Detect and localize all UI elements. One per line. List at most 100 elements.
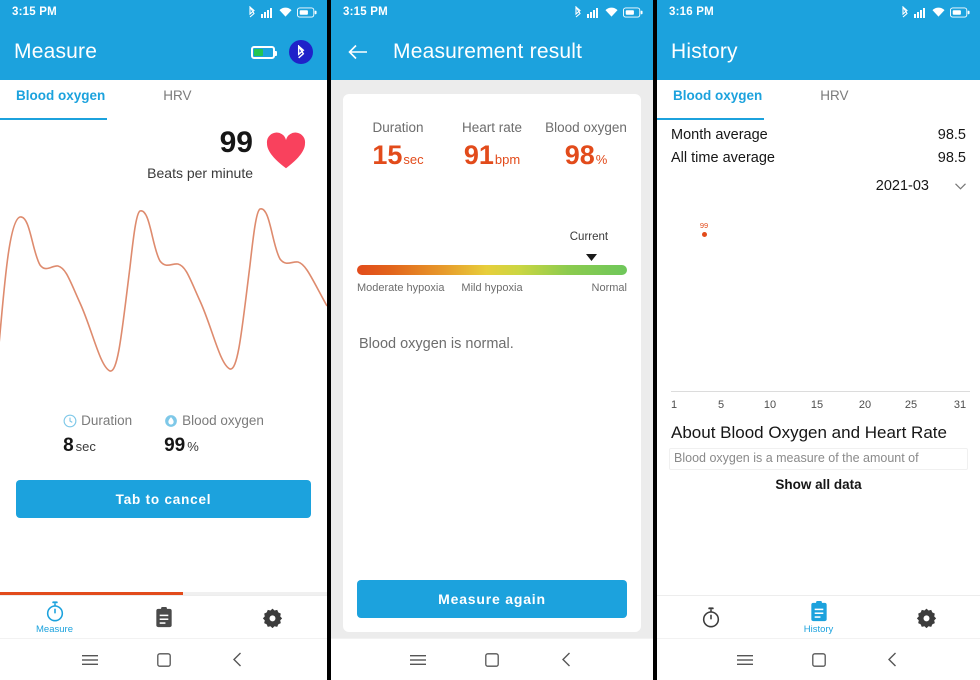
x-tick-25: 25 xyxy=(904,399,918,411)
back-icon[interactable] xyxy=(201,652,275,667)
tab-hrv[interactable]: HRV xyxy=(159,88,195,103)
status-bar-result: 3:15 PM xyxy=(331,0,653,24)
app-bar-result: Measurement result xyxy=(331,24,653,80)
page-title: Measure xyxy=(14,40,98,63)
nav-item-history[interactable]: History xyxy=(765,596,873,638)
metric-heart-rate-unit: bpm xyxy=(494,152,521,167)
wifi-icon xyxy=(605,7,618,17)
tab-bar-history: Blood oxygen HRV xyxy=(657,80,980,120)
stat-duration-value: 8 xyxy=(63,435,74,456)
about-heading: About Blood Oxygen and Heart Rate xyxy=(671,423,947,442)
status-icons xyxy=(574,6,643,18)
status-bar-history: 3:16 PM xyxy=(657,0,980,24)
metric-duration-value: 15 xyxy=(372,140,403,170)
signal-icon xyxy=(261,7,272,18)
bluetooth-icon xyxy=(575,6,581,18)
system-nav-bar xyxy=(657,638,980,680)
x-tick-20: 20 xyxy=(858,399,872,411)
battery-icon xyxy=(297,7,317,17)
nav-item-settings[interactable] xyxy=(218,596,327,638)
status-icons xyxy=(901,6,970,18)
nav-label-measure: Measure xyxy=(36,623,73,635)
show-all-data-button[interactable]: Show all data xyxy=(657,477,980,492)
nav-item-settings[interactable] xyxy=(872,596,980,638)
clipboard-icon xyxy=(810,600,827,621)
heart-icon xyxy=(265,132,307,175)
x-tick-5: 5 xyxy=(717,399,725,411)
cancel-button[interactable]: Tab to cancel xyxy=(16,480,311,518)
month-average-label: Month average xyxy=(671,127,768,143)
droplet-icon xyxy=(165,414,177,427)
bpm-label: Beats per minute xyxy=(147,165,253,181)
menu-icon[interactable] xyxy=(53,654,127,666)
signal-icon xyxy=(587,7,598,18)
month-selector[interactable]: 2021-03 xyxy=(657,166,980,195)
bottom-nav: Measure xyxy=(0,595,327,638)
tab-active-underline xyxy=(657,117,764,120)
tab-bar: Blood oxygen HRV xyxy=(0,80,327,120)
chart-x-axis xyxy=(671,391,970,392)
metric-blood-oxygen-label: Blood oxygen xyxy=(545,120,627,135)
metric-duration-unit: sec xyxy=(403,152,424,167)
all-time-average-value: 98.5 xyxy=(937,150,966,166)
home-icon[interactable] xyxy=(782,652,856,667)
row-all-time-average: All time average 98.5 xyxy=(657,143,980,166)
system-nav-bar xyxy=(331,638,653,680)
app-bar-history: History xyxy=(657,24,980,80)
measure-again-button[interactable]: Measure again xyxy=(357,580,627,618)
stopwatch-icon xyxy=(46,600,63,621)
status-time: 3:15 PM xyxy=(12,6,57,18)
wifi-icon xyxy=(932,7,945,17)
hypoxia-gradient-bar xyxy=(357,265,627,275)
gauge-current-marker: Current xyxy=(357,231,627,265)
data-point[interactable] xyxy=(702,232,707,237)
back-arrow-icon[interactable] xyxy=(345,39,371,65)
tab-blood-oxygen[interactable]: Blood oxygen xyxy=(669,88,766,103)
nav-item-history[interactable] xyxy=(109,596,218,638)
tab-hrv[interactable]: HRV xyxy=(816,88,852,103)
nav-item-measure[interactable]: Measure xyxy=(0,596,109,638)
battery-icon xyxy=(950,7,970,17)
metric-blood-oxygen-value: 98 xyxy=(564,140,595,170)
page-title: Measurement result xyxy=(393,40,583,63)
back-icon[interactable] xyxy=(529,652,603,667)
bottom-nav-history: History xyxy=(657,595,980,638)
result-metrics: Duration 15sec Heart rate 91bpm Blood ox… xyxy=(343,94,641,169)
clock-icon xyxy=(63,414,77,427)
result-card: Duration 15sec Heart rate 91bpm Blood ox… xyxy=(343,94,641,632)
row-month-average: Month average 98.5 xyxy=(657,120,980,143)
app-bar: Measure xyxy=(0,24,327,80)
gear-icon xyxy=(262,608,283,628)
system-nav-bar xyxy=(0,638,327,680)
tab-blood-oxygen[interactable]: Blood oxygen xyxy=(12,88,109,103)
metric-heart-rate-label: Heart rate xyxy=(461,120,523,135)
about-body-text: Blood oxygen is a measure of the amount … xyxy=(669,448,968,471)
x-tick-10: 10 xyxy=(763,399,777,411)
history-chart: 99 1 5 10 15 20 25 31 xyxy=(657,199,980,414)
all-time-average-label: All time average xyxy=(671,150,775,166)
gear-icon xyxy=(916,608,936,628)
metric-blood-oxygen-unit: % xyxy=(595,152,608,167)
battery-icon xyxy=(623,7,643,17)
battery-toggle-icon[interactable] xyxy=(251,45,277,59)
metric-duration-label: Duration xyxy=(372,120,424,135)
month-average-value: 98.5 xyxy=(937,127,966,143)
metric-duration: Duration 15sec xyxy=(351,120,445,169)
bluetooth-icon xyxy=(902,6,908,18)
back-icon[interactable] xyxy=(856,652,930,667)
status-time: 3:16 PM xyxy=(669,6,714,18)
wifi-icon xyxy=(279,7,292,17)
stopwatch-icon xyxy=(702,606,719,627)
home-icon[interactable] xyxy=(127,652,201,667)
nav-item-measure[interactable] xyxy=(657,596,765,638)
x-tick-1: 1 xyxy=(670,399,678,411)
caret-down-icon xyxy=(586,248,598,266)
home-icon[interactable] xyxy=(455,652,529,667)
stat-blood-oxygen: Blood oxygen 99% xyxy=(164,413,264,457)
menu-icon[interactable] xyxy=(381,654,455,666)
bluetooth-badge-icon[interactable] xyxy=(289,40,313,64)
metric-blood-oxygen: Blood oxygen 98% xyxy=(539,120,633,169)
menu-icon[interactable] xyxy=(708,654,782,666)
zone-label-normal: Normal xyxy=(591,282,627,294)
metric-heart-rate-value: 91 xyxy=(463,140,494,170)
